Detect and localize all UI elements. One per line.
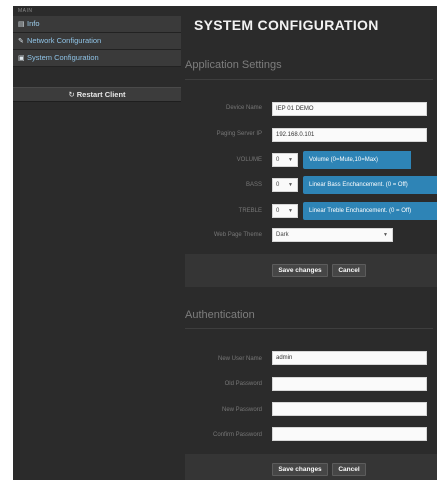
settings-icon: ▣ bbox=[18, 55, 25, 62]
divider bbox=[185, 79, 433, 80]
treble-select[interactable]: 0 ▼ bbox=[272, 204, 298, 218]
main-panel: SYSTEM CONFIGURATION Application Setting… bbox=[181, 6, 437, 480]
device-name-label: Device Name bbox=[225, 105, 262, 111]
volume-hint: Volume (0=Mute,10=Max) bbox=[303, 151, 411, 169]
web-page-theme-select[interactable]: Dark ▼ bbox=[272, 228, 393, 242]
bass-hint: Linear Bass Enchancement. (0 = Off) bbox=[303, 176, 437, 194]
treble-hint: Linear Treble Enchancement. (0 = Off) bbox=[303, 202, 437, 220]
new-user-name-label: New User Name bbox=[217, 356, 262, 362]
chevron-down-icon: ▼ bbox=[288, 182, 293, 188]
restart-client-label: Restart Client bbox=[76, 90, 126, 99]
cancel-button[interactable]: Cancel bbox=[332, 264, 366, 277]
sidebar-item-label: System Configuration bbox=[27, 53, 99, 62]
new-password-field[interactable] bbox=[272, 402, 427, 416]
settings-button-bar: Save changes Cancel bbox=[185, 254, 437, 287]
web-page-theme-label: Web Page Theme bbox=[213, 232, 262, 238]
chevron-down-icon: ▼ bbox=[288, 208, 293, 214]
volume-label: VOLUME bbox=[236, 157, 262, 163]
treble-value: 0 bbox=[276, 208, 280, 214]
old-password-field[interactable] bbox=[272, 377, 427, 391]
save-changes-button[interactable]: Save changes bbox=[272, 463, 328, 476]
sidebar-item-info[interactable]: ▤ Info bbox=[13, 16, 181, 33]
chevron-down-icon: ▼ bbox=[383, 232, 388, 238]
bass-value: 0 bbox=[276, 182, 280, 188]
confirm-password-field[interactable] bbox=[272, 427, 427, 441]
new-user-name-field[interactable]: admin bbox=[272, 351, 427, 365]
divider bbox=[185, 328, 433, 329]
paging-server-ip-label: Paging Server IP bbox=[216, 131, 262, 137]
web-page-theme-value: Dark bbox=[276, 232, 289, 238]
volume-select[interactable]: 0 ▼ bbox=[272, 153, 298, 167]
chevron-down-icon: ▼ bbox=[288, 157, 293, 163]
sidebar-header: MAIN bbox=[18, 8, 33, 14]
list-icon: ▤ bbox=[18, 21, 25, 28]
treble-label: TREBLE bbox=[238, 208, 262, 214]
confirm-password-label: Confirm Password bbox=[212, 432, 262, 438]
sidebar: MAIN ▤ Info ✎ Network Configuration ▣ Syste… bbox=[13, 6, 181, 480]
device-name-field[interactable]: IEP 01 DEMO bbox=[272, 102, 427, 116]
bass-select[interactable]: 0 ▼ bbox=[272, 178, 298, 192]
cancel-button[interactable]: Cancel bbox=[332, 463, 366, 476]
paging-server-ip-field[interactable]: 192.168.0.101 bbox=[272, 128, 427, 142]
auth-button-bar: Save changes Cancel bbox=[185, 454, 437, 480]
sidebar-item-label: Network Configuration bbox=[27, 36, 102, 45]
save-changes-button[interactable]: Save changes bbox=[272, 264, 328, 277]
bass-label: BASS bbox=[245, 182, 262, 188]
page-title: SYSTEM CONFIGURATION bbox=[194, 17, 379, 33]
wrench-icon: ✎ bbox=[18, 38, 24, 45]
volume-value: 0 bbox=[276, 157, 280, 163]
application-settings-title: Application Settings bbox=[185, 59, 282, 71]
restart-client-button[interactable]: ↻ Restart Client bbox=[13, 87, 181, 102]
old-password-label: Old Password bbox=[224, 381, 262, 387]
new-password-label: New Password bbox=[221, 407, 262, 413]
authentication-title: Authentication bbox=[185, 309, 255, 321]
refresh-icon: ↻ bbox=[68, 90, 75, 99]
sidebar-item-label: Info bbox=[27, 19, 40, 28]
sidebar-item-system-configuration[interactable]: ▣ System Configuration bbox=[13, 50, 181, 67]
sidebar-item-network-configuration[interactable]: ✎ Network Configuration bbox=[13, 33, 181, 50]
